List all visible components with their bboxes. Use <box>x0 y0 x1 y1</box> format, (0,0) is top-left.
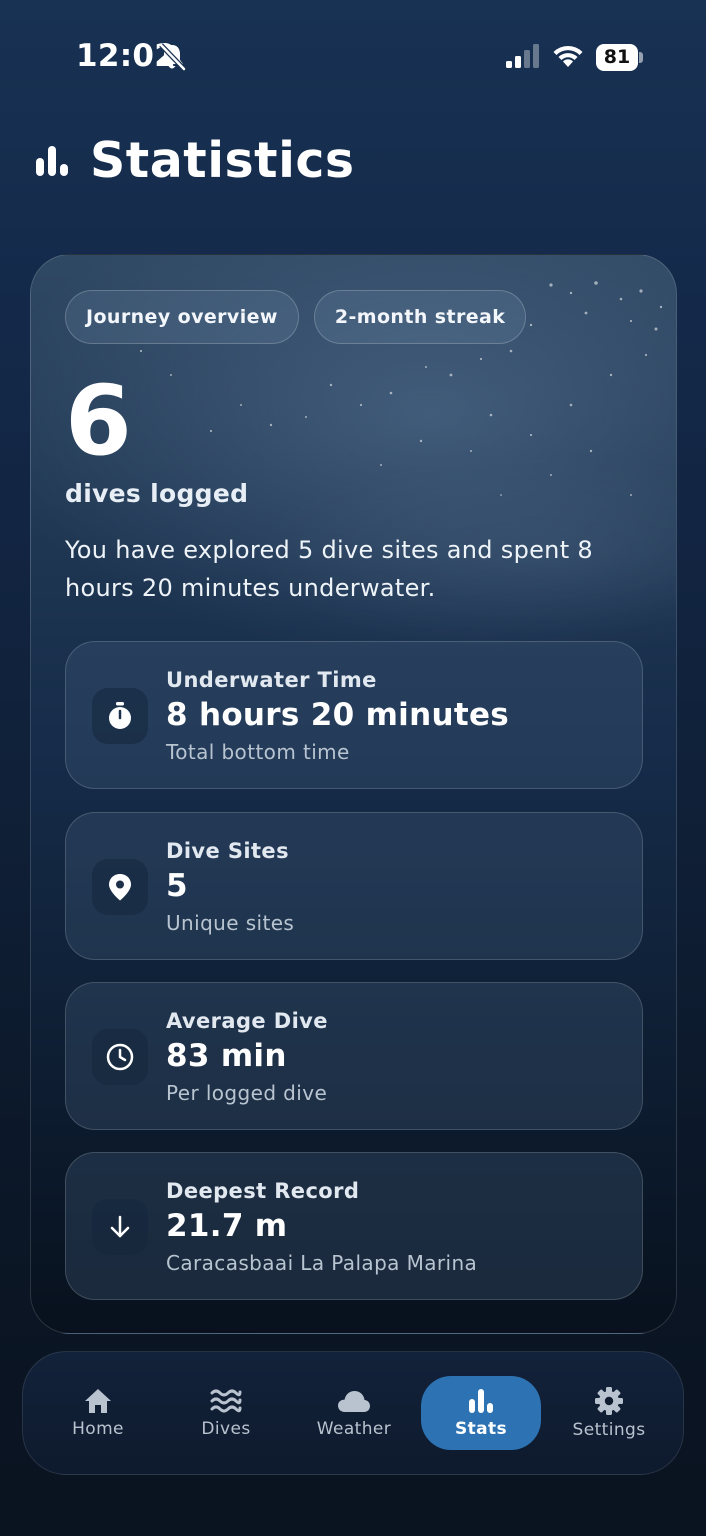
stat-subtitle: Total bottom time <box>166 740 350 764</box>
gear-icon <box>595 1387 623 1415</box>
home-icon <box>85 1389 111 1413</box>
stat-label: Deepest Record <box>166 1179 360 1203</box>
stat-value: 8 hours 20 minutes <box>166 697 510 733</box>
dive-count: 6 <box>65 365 132 477</box>
tab-home[interactable]: Home <box>38 1376 158 1450</box>
journey-overview-card: Journey overview 2-month streak 6 dives … <box>30 254 677 1334</box>
chip-row: Journey overview 2-month streak <box>65 290 527 344</box>
stat-value: 83 min <box>166 1038 287 1074</box>
tab-dives[interactable]: Dives <box>166 1376 286 1450</box>
stat-subtitle: Per logged dive <box>166 1081 328 1105</box>
tab-label: Settings <box>572 1420 646 1440</box>
page-header: Statistics <box>34 128 355 192</box>
tab-settings[interactable]: Settings <box>549 1376 669 1450</box>
stopwatch-icon <box>92 688 148 744</box>
tab-stats[interactable]: Stats <box>421 1376 541 1450</box>
stat-card-average-dive: Average Dive 83 min Per logged dive <box>65 982 643 1130</box>
wifi-icon <box>553 45 583 67</box>
overview-summary: You have explored 5 dive sites and spent… <box>65 536 593 602</box>
tab-label: Home <box>72 1419 124 1439</box>
clock-icon <box>92 1029 148 1085</box>
stat-subtitle: Caracasbaai La Palapa Marina <box>166 1251 478 1275</box>
statistics-screen: 12:02 81 Statistics Journey overview 2-m… <box>0 0 706 1536</box>
status-bar: 12:02 81 <box>0 0 706 110</box>
stat-card-deepest-record: Deepest Record 21.7 m Caracasbaai La Pal… <box>65 1152 643 1300</box>
dive-count-label: dives logged <box>65 479 249 508</box>
stat-value: 5 <box>166 868 188 904</box>
stat-card-dive-sites: Dive Sites 5 Unique sites <box>65 812 643 960</box>
stat-card-underwater-time: Underwater Time 8 hours 20 minutes Total… <box>65 641 643 789</box>
stat-label: Underwater Time <box>166 668 377 692</box>
page-title: Statistics <box>90 131 355 189</box>
stat-label: Average Dive <box>166 1009 328 1033</box>
battery-icon: 81 <box>596 44 644 71</box>
battery-level: 81 <box>596 44 638 71</box>
chip-streak: 2-month streak <box>313 290 527 344</box>
map-pin-icon <box>92 859 148 915</box>
chip-journey-overview: Journey overview <box>65 290 299 344</box>
tab-label: Weather <box>316 1419 392 1439</box>
tab-label: Stats <box>454 1419 508 1439</box>
cloud-icon <box>338 1391 370 1412</box>
bar-chart-icon <box>469 1389 493 1413</box>
bottom-tab-bar: Home Dives Weather Stats Settings <box>22 1351 684 1475</box>
tab-weather[interactable]: Weather <box>294 1376 414 1450</box>
waves-icon <box>210 1389 242 1413</box>
stat-label: Dive Sites <box>166 839 289 863</box>
bell-slash-icon <box>159 43 186 71</box>
cellular-signal-icon <box>506 44 539 68</box>
stat-subtitle: Unique sites <box>166 911 295 935</box>
bar-chart-icon <box>36 146 68 176</box>
stat-value: 21.7 m <box>166 1208 288 1244</box>
arrow-down-icon <box>92 1199 148 1255</box>
tab-label: Dives <box>201 1419 251 1439</box>
